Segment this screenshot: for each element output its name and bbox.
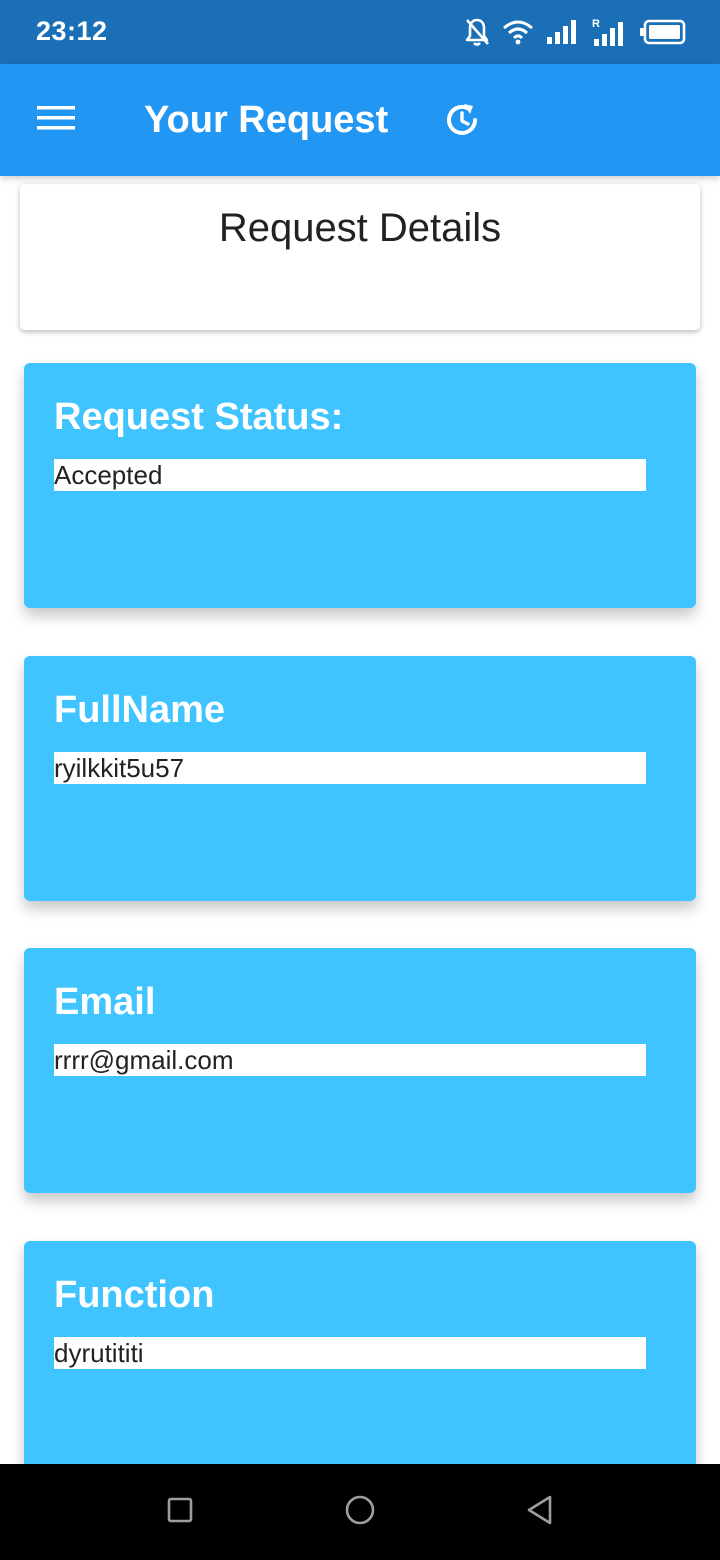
card-label: FullName — [54, 689, 226, 731]
function-card: Function dyrutititi — [24, 1241, 696, 1464]
header-card: Request Details — [20, 184, 700, 330]
refresh-button[interactable] — [436, 98, 488, 146]
wifi-icon — [502, 18, 534, 46]
refresh-icon — [442, 100, 482, 145]
card-label: Email — [54, 981, 156, 1023]
back-button[interactable] — [516, 1488, 564, 1536]
recent-apps-button[interactable] — [156, 1488, 204, 1536]
content-area[interactable]: Request Details Request Status: Accepted… — [0, 176, 720, 1464]
app-bar: Your Request — [0, 64, 720, 176]
navigation-bar — [0, 1464, 720, 1560]
card-value: rrrr@gmail.com — [54, 1044, 646, 1076]
menu-button[interactable] — [26, 98, 86, 142]
card-value: ryilkkit5u57 — [54, 752, 646, 784]
status-bar: 23:12 R — [0, 0, 720, 64]
card-value: dyrutititi — [54, 1337, 646, 1369]
battery-icon — [640, 19, 686, 45]
fullname-card: FullName ryilkkit5u57 — [24, 656, 696, 901]
email-card: Email rrrr@gmail.com — [24, 948, 696, 1193]
status-time: 23:12 — [36, 16, 108, 46]
menu-icon — [37, 105, 75, 136]
status-icons: R — [464, 14, 686, 50]
card-value: Accepted — [54, 459, 646, 491]
section-title: Request Details — [218, 206, 502, 250]
roaming-signal-icon: R — [592, 17, 628, 47]
card-label: Function — [54, 1274, 215, 1316]
card-label: Request Status: — [54, 396, 344, 438]
signal-icon — [546, 19, 580, 45]
back-icon — [525, 1494, 555, 1531]
svg-text:R: R — [592, 18, 600, 30]
request-status-card: Request Status: Accepted — [24, 363, 696, 608]
page-title: Your Request — [144, 99, 389, 141]
home-icon — [344, 1494, 376, 1531]
notifications-off-icon — [464, 17, 490, 47]
home-button[interactable] — [336, 1488, 384, 1536]
recent-apps-icon — [166, 1496, 194, 1529]
